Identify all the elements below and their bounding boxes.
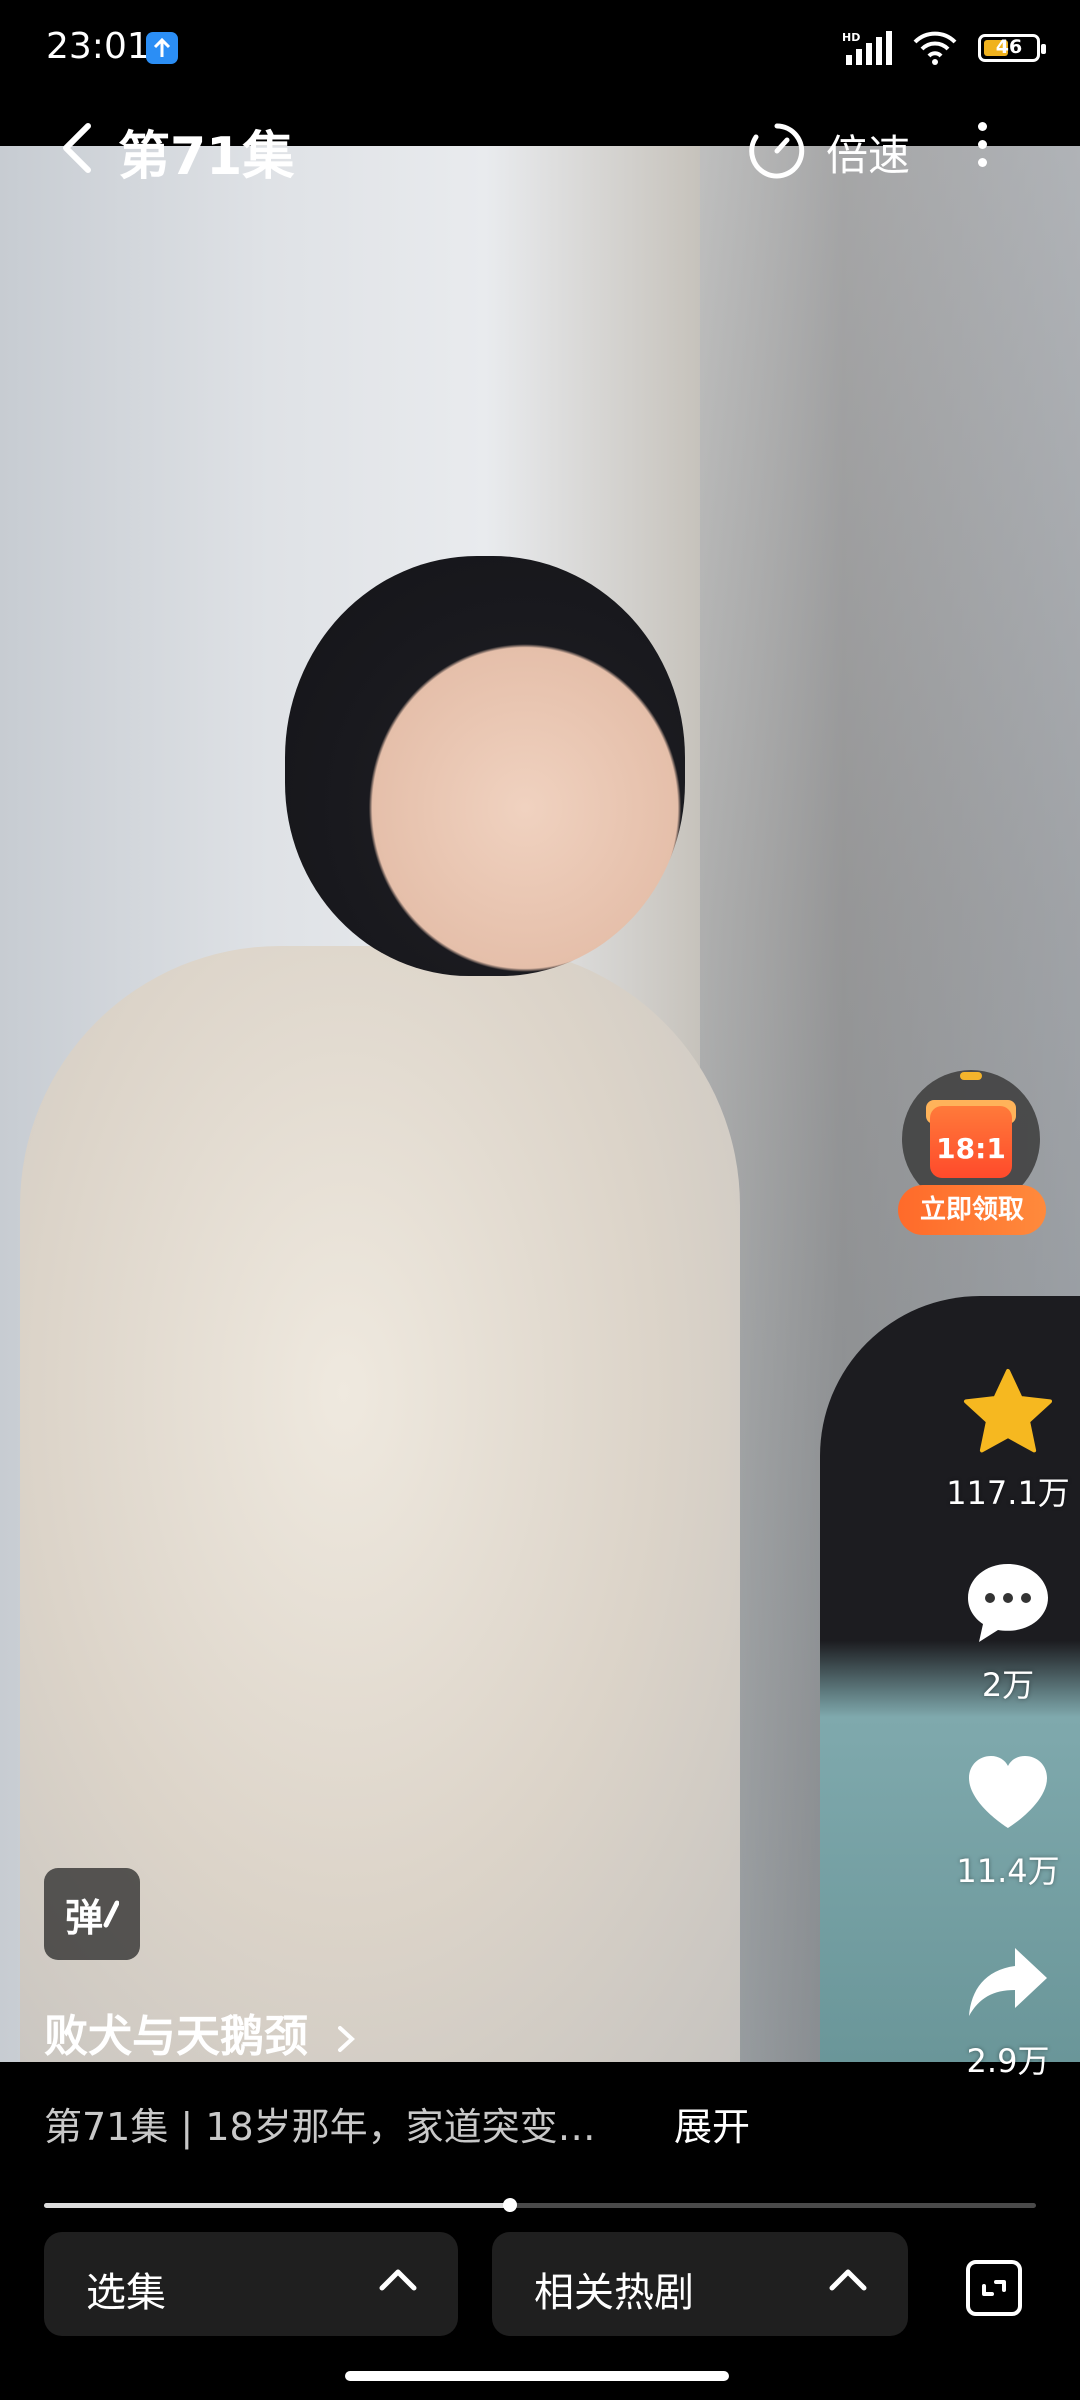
like-action[interactable]: 11.4万 <box>928 1752 1080 1892</box>
share-action[interactable]: 2.9万 <box>928 1942 1080 2082</box>
status-bar: 23:01 HD 46 <box>0 0 1080 100</box>
battery-level: 46 <box>995 36 1023 58</box>
chevron-up-icon <box>829 2269 867 2291</box>
chevron-right-icon <box>338 2026 356 2052</box>
chevron-up-icon <box>379 2269 417 2291</box>
comment-count: 2万 <box>981 1666 1035 1704</box>
home-indicator[interactable] <box>345 2371 729 2381</box>
signal-icon: HD <box>842 31 892 65</box>
progress-bar[interactable] <box>44 2198 1036 2212</box>
upload-icon <box>146 32 178 64</box>
like-count: 11.4万 <box>956 1852 1060 1890</box>
progress-played <box>44 2203 511 2208</box>
episodes-label: 选集 <box>86 2270 166 2316</box>
wifi-icon <box>913 31 957 65</box>
share-icon <box>969 1948 1047 2016</box>
speed-icon[interactable] <box>748 122 806 180</box>
fullscreen-icon[interactable] <box>964 2258 1024 2318</box>
heart-icon <box>969 1756 1047 1828</box>
episode-title: 第71集 <box>118 127 295 187</box>
favorite-action[interactable]: 117.1万 <box>928 1368 1080 1514</box>
danmaku-button[interactable]: 弹 <box>44 1868 140 1960</box>
expand-button[interactable]: 展开 <box>674 2096 750 2151</box>
reward-box-icon: 18:1 <box>930 1106 1012 1178</box>
svg-text:HD: HD <box>842 31 860 44</box>
series-link[interactable]: 败犬与天鹅颈 <box>44 2000 357 2064</box>
more-icon[interactable] <box>978 122 987 167</box>
star-icon <box>964 1369 1052 1453</box>
battery-icon: 46 <box>978 34 1046 62</box>
progress-knob[interactable] <box>503 2198 518 2212</box>
comment-action[interactable]: 2万 <box>928 1560 1080 1706</box>
episodes-button[interactable]: 选集 <box>44 2232 458 2336</box>
share-count: 2.9万 <box>966 2042 1050 2080</box>
favorite-count: 117.1万 <box>946 1474 1070 1512</box>
series-title: 败犬与天鹅颈 <box>44 2011 308 2062</box>
episode-description: 第71集 | 18岁那年，家道突变… <box>44 2105 596 2149</box>
pen-icon <box>103 1900 119 1928</box>
comment-icon <box>968 1564 1048 1642</box>
claim-reward-button[interactable]: 立即领取 <box>898 1185 1046 1235</box>
danmaku-label: 弹 <box>64 1895 103 1940</box>
related-dramas-button[interactable]: 相关热剧 <box>492 2232 908 2336</box>
related-label: 相关热剧 <box>534 2270 694 2316</box>
speed-button[interactable]: 倍速 <box>826 122 910 183</box>
status-time: 23:01 <box>46 26 150 67</box>
back-icon[interactable] <box>58 122 98 174</box>
